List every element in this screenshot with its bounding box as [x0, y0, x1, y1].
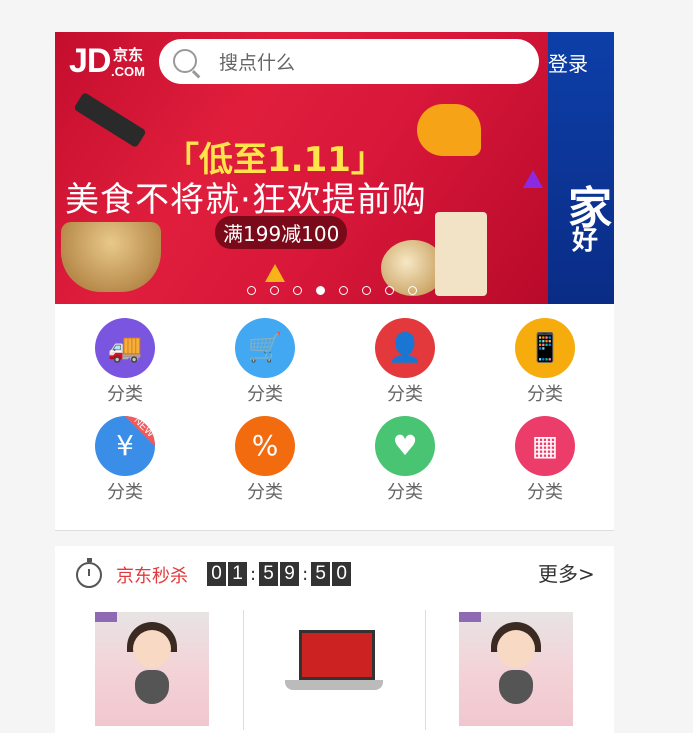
decor-triangle [523, 170, 543, 188]
nav-item[interactable]: ♥ 分类 [355, 416, 455, 504]
seckill-products [62, 610, 607, 730]
nav-item[interactable]: 📱 分类 [495, 318, 595, 406]
heart-icon-glyph: ♥ [392, 429, 418, 462]
logo-com-text: .COM [111, 64, 145, 79]
carousel-dot[interactable] [408, 286, 417, 295]
category-nav: 🚚 分类 🛒 分类 👤 分类 📱 分类 ¥ NEW 分类% 分类 ♥ 分类 ▦ 分类 [55, 304, 614, 531]
nav-item-label: 分类 [247, 482, 283, 503]
nav-item[interactable]: 🛒 分类 [215, 318, 315, 406]
timer-colon: : [302, 563, 309, 585]
nav-item-label: 分类 [107, 482, 143, 503]
laptop-base [285, 680, 383, 690]
logo-cn-text: 京东 [113, 46, 144, 64]
laptop-product-image [277, 612, 391, 726]
nav-item[interactable]: ▦ 分类 [495, 416, 595, 504]
nav-item-label: 分类 [527, 384, 563, 405]
apps-icon-glyph: ▦ [531, 429, 559, 462]
truck-icon: 🚚 [95, 318, 155, 378]
carousel-dot[interactable] [362, 286, 371, 295]
nav-item[interactable]: 👤 分类 [355, 318, 455, 406]
apps-icon: ▦ [515, 416, 575, 476]
search-input[interactable] [217, 39, 521, 86]
tag-icon: % [235, 416, 295, 476]
seckill-section: 京东秒杀 0 1 : 5 9 : 5 0 更多> [62, 546, 607, 733]
laptop-screen [299, 630, 375, 680]
nav-item-label: 分类 [107, 384, 143, 405]
snack-bag-image [435, 212, 487, 296]
countdown-timer: 0 1 : 5 9 : 5 0 [207, 562, 353, 586]
model-face [133, 630, 171, 668]
promo-subtitle: 美食不将就·狂欢提前购 [65, 180, 427, 220]
carousel-dot[interactable] [316, 286, 325, 295]
decor-triangle [265, 264, 285, 282]
section-gap [55, 531, 614, 546]
logo-text: JD [69, 42, 111, 80]
carousel-dot[interactable] [247, 286, 256, 295]
search-bar[interactable] [159, 39, 539, 86]
user-icon: 👤 [375, 318, 435, 378]
nav-item[interactable]: % 分类 [215, 416, 315, 504]
banner-carousel[interactable]: 「低至1.11」 美食不将就·狂欢提前购 满199减100 家 好 JD 京东 … [55, 32, 614, 304]
timer-digit: 5 [259, 562, 279, 586]
mobile-page: 「低至1.11」 美食不将就·狂欢提前购 满199减100 家 好 JD 京东 … [55, 32, 614, 733]
timer-digit: 0 [207, 562, 226, 586]
next-slide-subtext: 好 [572, 226, 599, 256]
timer-digit: 1 [228, 562, 247, 586]
nav-item[interactable]: ¥ NEW 分类 [75, 416, 175, 504]
cat-print [499, 670, 533, 704]
brand-tag [459, 612, 481, 622]
truck-icon-glyph: 🚚 [107, 331, 143, 364]
product-item[interactable] [426, 610, 607, 730]
pajama-product-image [95, 612, 209, 726]
pajama-product-image [459, 612, 573, 726]
seckill-title: 京东秒杀 [116, 566, 188, 587]
jd-logo[interactable]: JD 京东 .COM [69, 42, 145, 81]
timer-colon: : [250, 563, 257, 585]
cart-icon: 🛒 [235, 318, 295, 378]
timer-digit: 5 [311, 562, 331, 586]
timer-digit: 0 [332, 562, 352, 586]
coupon-icon: ¥ NEW [95, 416, 155, 476]
pistachio-basket-image [61, 222, 161, 292]
product-item[interactable] [62, 610, 244, 730]
model-face [497, 630, 535, 668]
nav-item-label: 分类 [527, 482, 563, 503]
timer-digit: 9 [280, 562, 300, 586]
heart-icon: ♥ [375, 416, 435, 476]
carousel-dots [247, 286, 417, 295]
nav-item[interactable]: 🚚 分类 [75, 318, 175, 406]
brand-tag [95, 612, 117, 622]
nav-item-label: 分类 [387, 482, 423, 503]
more-link[interactable]: 更多> [538, 558, 595, 587]
promo-tag: 满199减100 [215, 216, 348, 249]
tag-icon-glyph: % [251, 429, 279, 462]
search-icon [173, 49, 197, 73]
nav-item-label: 分类 [247, 384, 283, 405]
cart-icon-glyph: 🛒 [247, 331, 283, 364]
user-icon-glyph: 👤 [387, 331, 423, 364]
nav-item-label: 分类 [387, 384, 423, 405]
carousel-dot[interactable] [339, 286, 348, 295]
cat-print [135, 670, 169, 704]
oil-bottle-image [73, 91, 147, 149]
login-link[interactable]: 登录 [548, 48, 588, 77]
dried-mango-image [417, 104, 481, 156]
phone-recharge-icon-glyph: 📱 [527, 331, 563, 364]
carousel-dot[interactable] [293, 286, 302, 295]
phone-recharge-icon: 📱 [515, 318, 575, 378]
stopwatch-icon [76, 558, 102, 588]
carousel-dot[interactable] [385, 286, 394, 295]
carousel-dot[interactable] [270, 286, 279, 295]
product-item[interactable] [244, 610, 426, 730]
